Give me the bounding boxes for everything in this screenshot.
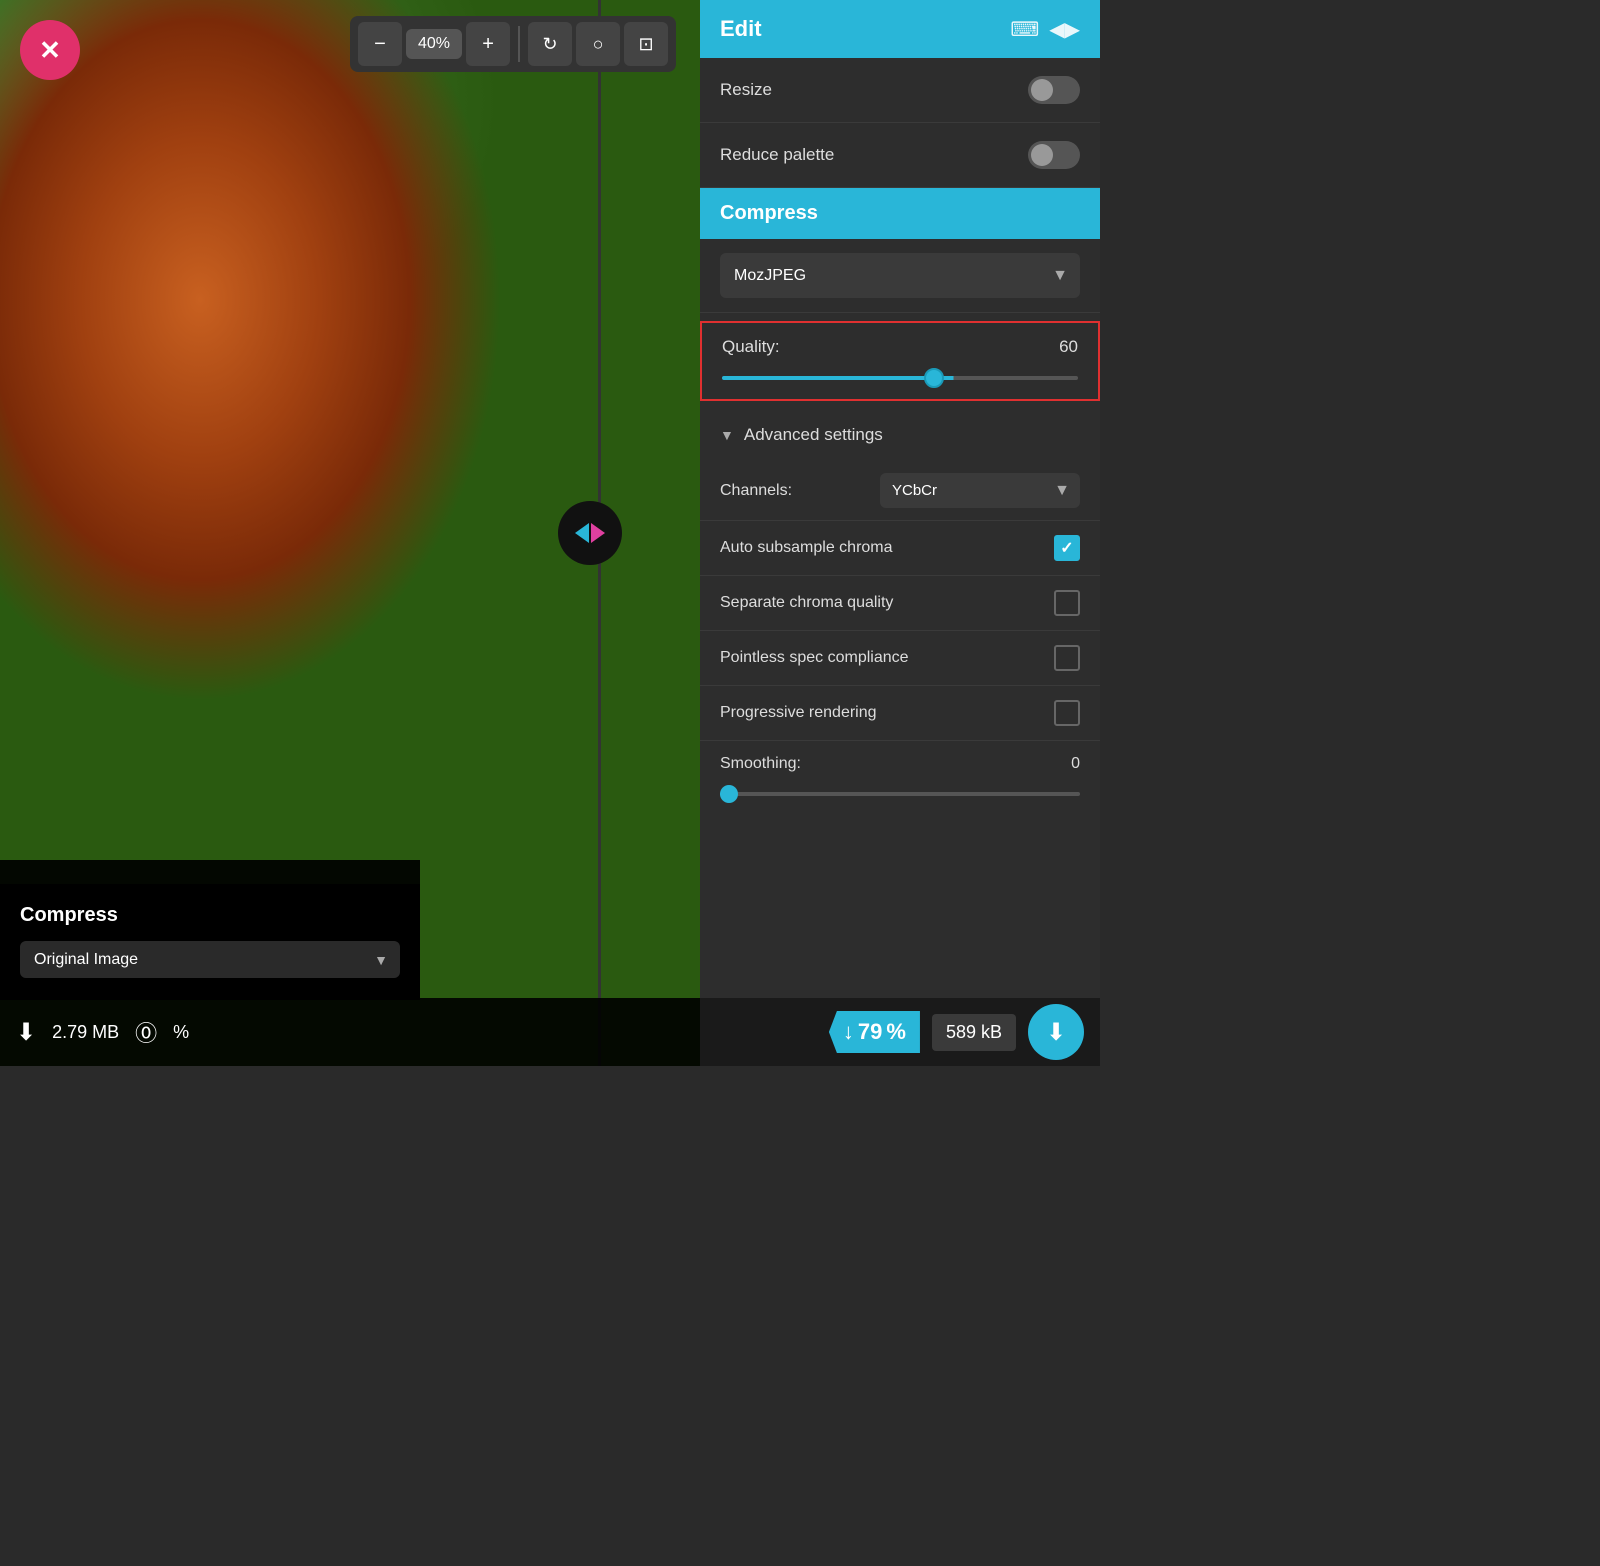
terminal-icon[interactable]: ⌨ <box>1010 17 1039 42</box>
reduce-palette-row: Reduce palette <box>700 123 1100 188</box>
zoom-display: 40% <box>406 29 462 59</box>
smoothing-value: 0 <box>1071 755 1080 773</box>
progressive-rendering-checkbox[interactable] <box>1054 700 1080 726</box>
compare-icon <box>575 523 605 543</box>
quality-top: Quality: 60 <box>722 337 1078 357</box>
separate-chroma-row: Separate chroma quality <box>700 576 1100 631</box>
resize-label: Resize <box>720 80 772 100</box>
reduction-badge: ↓ 79 % <box>829 1011 920 1053</box>
advanced-settings-header[interactable]: ▼ Advanced settings <box>700 409 1100 461</box>
zoom-out-button[interactable]: − <box>358 22 402 66</box>
auto-subsample-label: Auto subsample chroma <box>720 539 893 557</box>
header-icons: ⌨ ◀▶ <box>1010 17 1080 42</box>
bottom-compress-title: Compress <box>20 904 400 927</box>
quality-label: Quality: <box>722 337 780 357</box>
channels-row: Channels: YCbCr RGB CMYK ▼ <box>700 461 1100 521</box>
advanced-chevron-icon: ▼ <box>720 427 734 443</box>
top-toolbar: − 40% + ↻ ○ ⊡ <box>350 16 676 72</box>
advanced-settings-label: Advanced settings <box>744 425 883 445</box>
compress-header: Compress <box>700 188 1100 239</box>
left-arrow-icon <box>575 523 589 543</box>
reduce-palette-label: Reduce palette <box>720 145 834 165</box>
toolbar-divider <box>518 26 520 62</box>
quality-row: Quality: 60 <box>700 321 1100 401</box>
download-icon: ⬇ <box>1046 1018 1066 1047</box>
gauge-icon: ⓪ <box>135 1016 157 1048</box>
resize-toggle-knob <box>1031 79 1053 101</box>
smoothing-slider[interactable] <box>720 792 1080 796</box>
compare-toggle-button[interactable] <box>558 501 622 565</box>
right-edit-panel: Edit ⌨ ◀▶ Resize Reduce palette Compress… <box>700 0 1100 1066</box>
separate-chroma-label: Separate chroma quality <box>720 594 893 612</box>
circle-button[interactable]: ○ <box>576 22 620 66</box>
zoom-value: 40 <box>418 35 436 52</box>
close-button[interactable]: ✕ <box>20 20 80 80</box>
reduce-palette-knob <box>1031 144 1053 166</box>
save-icon: ⬇ <box>16 1018 36 1047</box>
separate-chroma-checkbox[interactable] <box>1054 590 1080 616</box>
zoom-unit: % <box>436 35 450 52</box>
reduction-percent: % <box>173 1022 189 1043</box>
pointless-spec-label: Pointless spec compliance <box>720 649 909 667</box>
smoothing-label: Smoothing: <box>720 755 801 773</box>
channels-select-wrapper: YCbCr RGB CMYK ▼ <box>880 473 1080 508</box>
quality-slider[interactable] <box>722 376 1078 380</box>
download-button[interactable]: ⬇ <box>1028 1004 1084 1060</box>
resize-toggle[interactable] <box>1028 76 1080 104</box>
reduction-unit: % <box>886 1019 906 1045</box>
edit-title: Edit <box>720 16 762 42</box>
bottom-action-bar: ↓ 79 % 589 kB ⬇ <box>700 998 1100 1066</box>
resize-row: Resize <box>700 58 1100 123</box>
file-size-original: 2.79 MB <box>52 1022 119 1043</box>
image-select[interactable]: Original Image Compressed Image <box>20 941 400 978</box>
channels-select[interactable]: YCbCr RGB CMYK <box>880 473 1080 508</box>
compress-title: Compress <box>720 202 818 224</box>
right-arrow-icon <box>591 523 605 543</box>
image-select-wrapper: Original Image Compressed Image ▼ <box>20 941 400 978</box>
codec-select[interactable]: MozJPEG OxiPNG WebP AVIF <box>720 253 1080 298</box>
rotate-button[interactable]: ↻ <box>528 22 572 66</box>
bottom-compress-section: Compress Original Image Compressed Image… <box>0 884 420 998</box>
close-icon: ✕ <box>39 35 61 66</box>
edit-header: Edit ⌨ ◀▶ <box>700 0 1100 58</box>
reduction-value: 79 <box>858 1019 882 1045</box>
quality-value: 60 <box>1059 337 1078 357</box>
progressive-rendering-row: Progressive rendering <box>700 686 1100 741</box>
smoothing-top: Smoothing: 0 <box>720 755 1080 773</box>
compressed-file-size: 589 kB <box>932 1014 1016 1051</box>
zoom-in-button[interactable]: + <box>466 22 510 66</box>
auto-subsample-row: Auto subsample chroma ✓ <box>700 521 1100 576</box>
pointless-spec-row: Pointless spec compliance <box>700 631 1100 686</box>
auto-subsample-checkbox[interactable]: ✓ <box>1054 535 1080 561</box>
select-chevron-icon: ▼ <box>374 952 388 968</box>
smoothing-row: Smoothing: 0 <box>700 741 1100 815</box>
navigate-icon[interactable]: ◀▶ <box>1049 17 1080 42</box>
codec-dropdown-container: MozJPEG OxiPNG WebP AVIF ▼ <box>720 253 1080 298</box>
progressive-rendering-label: Progressive rendering <box>720 704 877 722</box>
codec-select-wrapper: MozJPEG OxiPNG WebP AVIF ▼ <box>700 239 1100 313</box>
pointless-spec-checkbox[interactable] <box>1054 645 1080 671</box>
reduction-arrow-icon: ↓ <box>843 1019 854 1045</box>
checkmark-icon: ✓ <box>1060 538 1073 558</box>
channels-label: Channels: <box>720 482 792 500</box>
reduce-palette-toggle[interactable] <box>1028 141 1080 169</box>
bottom-status-bar: ⬇ 2.79 MB ⓪ % <box>0 998 700 1066</box>
crop-button[interactable]: ⊡ <box>624 22 668 66</box>
